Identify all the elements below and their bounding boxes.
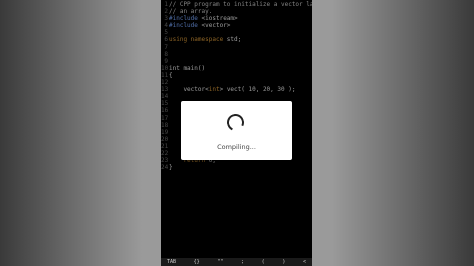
toolbar-key[interactable]: "" bbox=[217, 259, 223, 265]
toolbar-key[interactable]: TAB bbox=[167, 259, 176, 265]
toolbar-key[interactable]: < bbox=[303, 259, 306, 265]
phone-screen: 1// CPP program to initialize a vector l… bbox=[161, 0, 312, 266]
toolbar-key[interactable]: ) bbox=[282, 259, 285, 265]
extra-keys-toolbar: TAB {} ""; () < bbox=[161, 258, 312, 266]
toolbar-key[interactable]: {} bbox=[194, 259, 200, 265]
compiling-dialog: Compiling... bbox=[181, 101, 292, 160]
toolbar-key[interactable]: ( bbox=[262, 259, 265, 265]
toolbar-key[interactable]: ; bbox=[241, 259, 244, 265]
loading-spinner-icon bbox=[224, 111, 247, 134]
compiling-text: Compiling... bbox=[217, 143, 256, 151]
